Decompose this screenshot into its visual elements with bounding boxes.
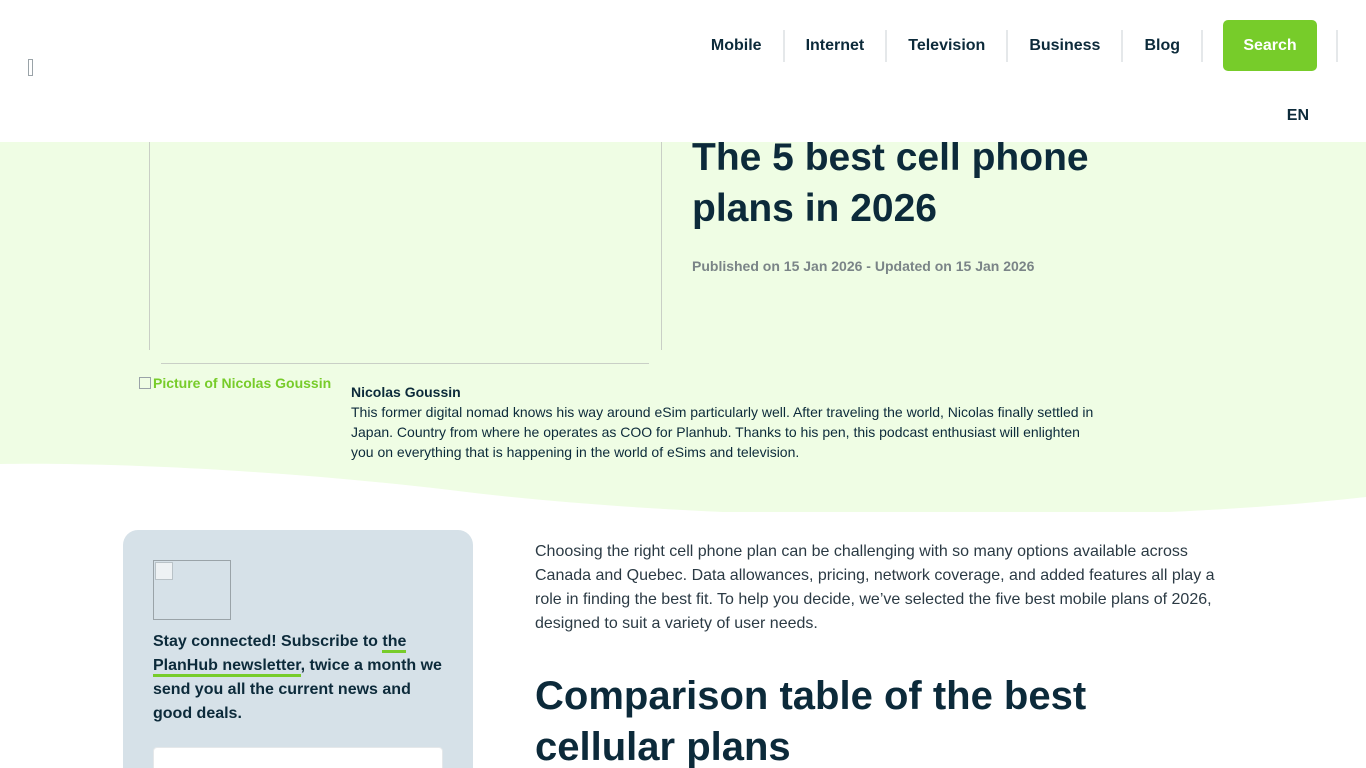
nav-item-internet[interactable]: Internet <box>785 29 888 62</box>
newsletter-text: Stay connected! Subscribe to the PlanHub… <box>153 630 453 726</box>
main-nav: Mobile Internet Television Business Blog… <box>711 20 1338 71</box>
hero-divider <box>161 363 649 364</box>
published-date: Published on 15 Jan 2026 <box>692 258 863 274</box>
language-switcher[interactable]: EN <box>1287 107 1309 125</box>
article-hero: The 5 best cell phone plans in 2026 Publ… <box>0 136 1366 512</box>
author-bio: This former digital nomad knows his way … <box>351 404 1094 460</box>
article-dates: Published on 15 Jan 2026 - Updated on 15… <box>692 258 1034 274</box>
search-button[interactable]: Search <box>1223 20 1317 71</box>
nav-item-mobile[interactable]: Mobile <box>711 29 785 62</box>
date-separator: - <box>866 258 871 274</box>
article-title: The 5 best cell phone plans in 2026 <box>692 136 1089 230</box>
author-name: Nicolas Goussin <box>351 384 461 400</box>
hero-image <box>149 142 662 350</box>
nav-item-television[interactable]: Television <box>887 29 1009 62</box>
article-intro: Choosing the right cell phone plan can b… <box>535 543 1215 632</box>
newsletter-card: Stay connected! Subscribe to the PlanHub… <box>123 530 473 768</box>
broken-image-icon <box>139 377 151 389</box>
nav-item-business[interactable]: Business <box>1008 29 1124 62</box>
nav-item-blog[interactable]: Blog <box>1123 29 1203 62</box>
site-logo-broken-image[interactable] <box>28 59 33 76</box>
updated-date: Updated on 15 Jan 2026 <box>874 258 1035 274</box>
section-heading: Comparison table of the best cellular pl… <box>535 674 1087 768</box>
author-avatar: Picture of Nicolas Goussin <box>139 375 331 391</box>
site-header: Mobile Internet Television Business Blog… <box>0 0 1366 142</box>
newsletter-text-intro: Stay connected! Subscribe to <box>153 633 383 650</box>
nav-divider <box>1336 29 1338 62</box>
newsletter-image <box>153 560 231 620</box>
email-field[interactable] <box>153 747 443 768</box>
author-avatar-alt: Picture of Nicolas Goussin <box>153 375 332 391</box>
